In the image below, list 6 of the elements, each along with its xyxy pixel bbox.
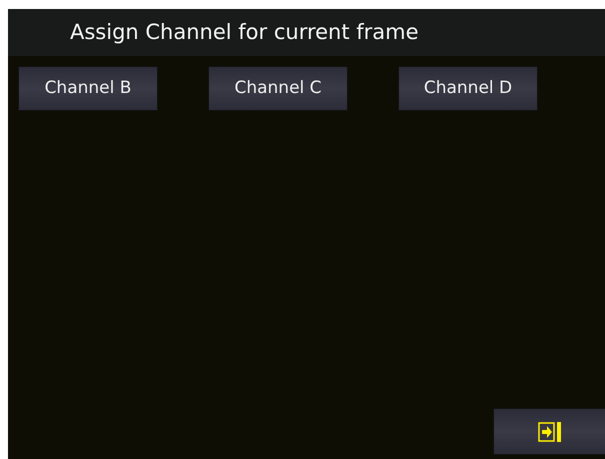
channel-button[interactable]: Channel B (18, 66, 158, 111)
channel-button[interactable]: Channel D (398, 66, 538, 111)
screen-title: Assign Channel for current frame (70, 18, 419, 46)
exit-icon (538, 422, 562, 442)
exit-button[interactable] (493, 408, 605, 455)
channel-button[interactable]: Channel C (208, 66, 348, 111)
